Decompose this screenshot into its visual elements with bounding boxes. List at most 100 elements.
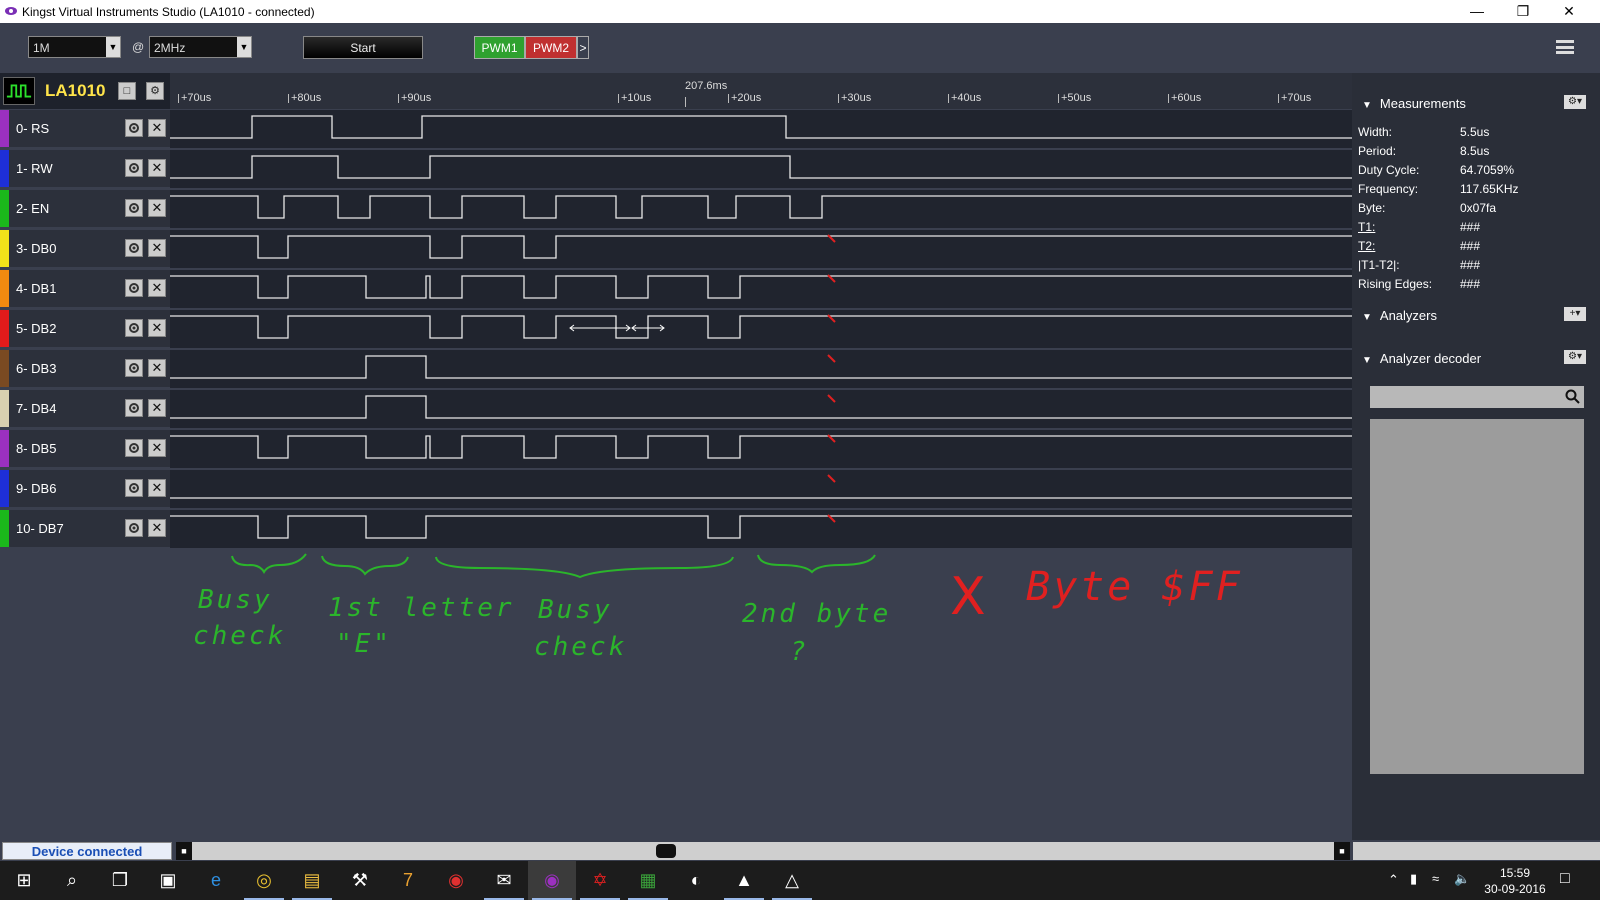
channel-row[interactable]: 4- DB1 ✕ bbox=[0, 269, 170, 307]
channel-row[interactable]: 3- DB0 ✕ bbox=[0, 229, 170, 267]
measurement-key[interactable]: T2: bbox=[1358, 239, 1375, 253]
channel-row[interactable]: 1- RW ✕ bbox=[0, 149, 170, 187]
windows-start-icon[interactable]: ⊞ bbox=[0, 861, 48, 900]
search-icon[interactable] bbox=[1565, 389, 1580, 404]
search-icon[interactable]: ⌕ bbox=[48, 861, 96, 900]
app-icon-2[interactable]: △ bbox=[768, 861, 816, 900]
close-icon[interactable]: ✕ bbox=[1546, 0, 1592, 23]
pwm2-button[interactable]: PWM2 bbox=[525, 36, 577, 59]
pwm-more-button[interactable]: > bbox=[577, 36, 589, 59]
channel-settings-gear-icon[interactable] bbox=[125, 239, 143, 257]
decoder-search-input[interactable] bbox=[1370, 386, 1584, 408]
channel-row[interactable]: 2- EN ✕ bbox=[0, 189, 170, 227]
paint-icon[interactable]: ◐ bbox=[672, 861, 720, 900]
7zip-icon[interactable]: 7 bbox=[384, 861, 432, 900]
channel-row[interactable]: 6- DB3 ✕ bbox=[0, 349, 170, 387]
clock[interactable]: 15:59 30-09-2016 bbox=[1480, 865, 1550, 897]
channel-settings-gear-icon[interactable] bbox=[125, 119, 143, 137]
battery-icon[interactable]: ▮ bbox=[1410, 871, 1417, 887]
channel-settings-gear-icon[interactable] bbox=[125, 439, 143, 457]
scroll-right-button[interactable]: ■ bbox=[1334, 842, 1350, 860]
channel-close-icon[interactable]: ✕ bbox=[148, 439, 166, 457]
avr-icon[interactable]: ▦ bbox=[624, 861, 672, 900]
device-settings-gear-icon[interactable]: ⚙ bbox=[146, 82, 164, 100]
sample-depth-select[interactable]: 1M ▼ bbox=[28, 36, 121, 58]
channel-close-icon[interactable]: ✕ bbox=[148, 239, 166, 257]
channel-close-icon[interactable]: ✕ bbox=[148, 199, 166, 217]
measurement-key: Width: bbox=[1358, 125, 1393, 139]
add-analyzer-button[interactable]: +▾ bbox=[1564, 307, 1586, 321]
pwm1-button[interactable]: PWM1 bbox=[474, 36, 525, 59]
channel-settings-gear-icon[interactable] bbox=[125, 479, 143, 497]
measurement-key: Rising Edges: bbox=[1358, 277, 1433, 291]
time-ruler[interactable]: 207.6ms +70us +80us +90us +10us +20us +30us +4… bbox=[170, 73, 1352, 109]
channel-settings-gear-icon[interactable] bbox=[125, 359, 143, 377]
start-button[interactable]: Start bbox=[303, 36, 423, 59]
measurement-key[interactable]: T1: bbox=[1358, 220, 1375, 234]
ruler-tick-label: +90us bbox=[401, 92, 432, 104]
kingst-icon[interactable]: ◉ bbox=[528, 861, 576, 900]
decoder-results-list[interactable] bbox=[1370, 419, 1584, 774]
notification-icon[interactable]: □ bbox=[1560, 870, 1570, 888]
channel-row[interactable]: 7- DB4 ✕ bbox=[0, 389, 170, 427]
device-window-button[interactable]: □ bbox=[118, 82, 136, 100]
sample-rate-select[interactable]: 2MHz ▼ bbox=[149, 36, 252, 58]
measurements-header[interactable]: ▼ Measurements bbox=[1362, 96, 1466, 111]
channel-settings-gear-icon[interactable] bbox=[125, 399, 143, 417]
task-view-icon[interactable]: ❐ bbox=[96, 861, 144, 900]
chrome-icon[interactable]: ◎ bbox=[240, 861, 288, 900]
acrobat-icon[interactable]: ✡ bbox=[576, 861, 624, 900]
collapse-triangle-icon: ▼ bbox=[1362, 100, 1372, 111]
measurement-value: ### bbox=[1460, 220, 1481, 234]
restore-icon[interactable]: ❐ bbox=[1500, 0, 1546, 23]
channel-settings-gear-icon[interactable] bbox=[125, 279, 143, 297]
channel-lane[interactable] bbox=[170, 470, 1352, 508]
ruler-tick-mark bbox=[618, 94, 619, 103]
channel-lane[interactable] bbox=[170, 350, 1352, 388]
photos-icon[interactable]: ▲ bbox=[720, 861, 768, 900]
tools-icon[interactable]: ⚒ bbox=[336, 861, 384, 900]
channel-row[interactable]: 9- DB6 ✕ bbox=[0, 469, 170, 507]
chevron-up-icon[interactable]: ⌃ bbox=[1388, 872, 1399, 888]
edge-icon[interactable]: e bbox=[192, 861, 240, 900]
measurements-settings-gear-icon[interactable]: ⚙▾ bbox=[1564, 95, 1586, 109]
file-explorer-icon[interactable]: ▤ bbox=[288, 861, 336, 900]
channel-row[interactable]: 8- DB5 ✕ bbox=[0, 429, 170, 467]
app-icon[interactable]: ◉ bbox=[432, 861, 480, 900]
scroll-thumb[interactable] bbox=[656, 844, 676, 858]
hamburger-menu-icon[interactable] bbox=[1556, 40, 1574, 54]
channel-name: 9- DB6 bbox=[16, 481, 57, 496]
wifi-icon[interactable]: ≈ bbox=[1432, 871, 1439, 886]
decoder-settings-gear-icon[interactable]: ⚙▾ bbox=[1564, 350, 1586, 364]
at-label: @ bbox=[132, 40, 145, 54]
channel-row[interactable]: 0- RS ✕ bbox=[0, 109, 170, 147]
channel-settings-gear-icon[interactable] bbox=[125, 159, 143, 177]
waveform-area[interactable] bbox=[170, 109, 1352, 549]
channel-close-icon[interactable]: ✕ bbox=[148, 399, 166, 417]
channel-settings-gear-icon[interactable] bbox=[125, 319, 143, 337]
measurement-value: 5.5us bbox=[1460, 125, 1490, 139]
analyzer-decoder-header[interactable]: ▼ Analyzer decoder bbox=[1362, 351, 1481, 366]
channel-close-icon[interactable]: ✕ bbox=[148, 159, 166, 177]
mail-icon[interactable]: ✉ bbox=[480, 861, 528, 900]
channel-close-icon[interactable]: ✕ bbox=[148, 119, 166, 137]
channel-row[interactable]: 5- DB2 ✕ bbox=[0, 309, 170, 347]
minimize-icon[interactable]: — bbox=[1454, 0, 1500, 23]
scroll-left-button[interactable]: ■ bbox=[176, 842, 192, 860]
volume-icon[interactable]: 🔈 bbox=[1454, 871, 1470, 887]
channel-close-icon[interactable]: ✕ bbox=[148, 519, 166, 537]
horizontal-scrollbar[interactable]: ■ ■ bbox=[176, 842, 1350, 860]
channel-close-icon[interactable]: ✕ bbox=[148, 279, 166, 297]
channel-settings-gear-icon[interactable] bbox=[125, 199, 143, 217]
channel-settings-gear-icon[interactable] bbox=[125, 519, 143, 537]
measurement-value: ### bbox=[1460, 277, 1481, 291]
analyzers-header[interactable]: ▼ Analyzers bbox=[1362, 308, 1437, 323]
channel-row[interactable]: 10- DB7 ✕ bbox=[0, 509, 170, 547]
channel-close-icon[interactable]: ✕ bbox=[148, 359, 166, 377]
channel-close-icon[interactable]: ✕ bbox=[148, 479, 166, 497]
measurement-row: T1: ### bbox=[1358, 220, 1588, 239]
channel-lane[interactable] bbox=[170, 390, 1352, 428]
store-icon[interactable]: ▣ bbox=[144, 861, 192, 900]
measurement-value: 117.65KHz bbox=[1460, 182, 1519, 196]
channel-close-icon[interactable]: ✕ bbox=[148, 319, 166, 337]
